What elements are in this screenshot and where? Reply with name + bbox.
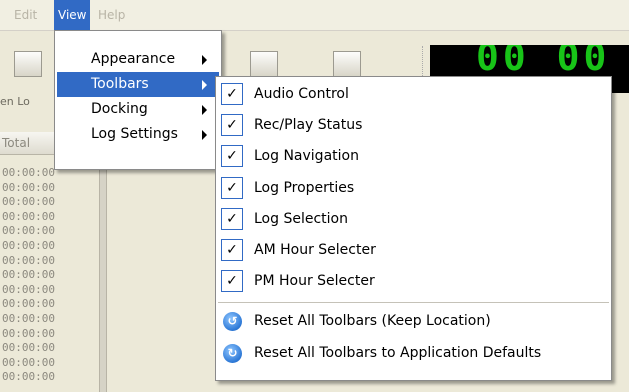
checkmark-icon: ✓ — [221, 238, 243, 261]
checkmark-icon: ✓ — [221, 207, 243, 230]
time-cell: 00:00:00 — [2, 282, 55, 296]
submenu-item-label: Audio Control — [254, 86, 349, 102]
time-cell: 00:00:00 — [2, 297, 55, 311]
menu-item-label: Toolbars — [91, 76, 149, 92]
reset-icon: ↺ — [223, 312, 242, 332]
menu-item-label: Log Settings — [91, 126, 178, 142]
time-cell: 00:00:00 — [2, 209, 55, 223]
submenu-item-label: Rec/Play Status — [254, 117, 363, 134]
submenu-item-log-navigation[interactable]: ✓ Log Navigation — [216, 141, 611, 172]
time-cell: 00:00:00 — [2, 195, 55, 209]
toolbars-submenu: ✓ Audio Control ✓ Rec/Play Status ✓ Log … — [215, 76, 612, 381]
time-cell: 00:00:00 — [2, 238, 55, 252]
submenu-item-label: Reset All Toolbars (Keep Location) — [254, 313, 491, 330]
view-menu-item-log-settings[interactable]: Log Settings — [57, 122, 219, 147]
menu-edit[interactable]: Edit — [10, 0, 41, 30]
submenu-item-reset-keep-location[interactable]: ↺ Reset All Toolbars (Keep Location) — [216, 306, 611, 337]
menu-item-label: Docking — [91, 101, 148, 117]
submenu-item-rec-play-status[interactable]: ✓ Rec/Play Status — [216, 110, 611, 141]
checkmark-icon: ✓ — [221, 83, 243, 105]
submenu-arrow-icon — [202, 130, 207, 140]
checkmark-icon: ✓ — [221, 145, 243, 168]
submenu-item-label: Reset All Toolbars to Application Defaul… — [254, 344, 542, 361]
toolbar-button-icon-2[interactable] — [333, 51, 361, 77]
time-list: 00:00:00 00:00:00 00:00:00 00:00:00 00:0… — [2, 166, 90, 385]
menubar: Edit View Help — [0, 0, 629, 31]
submenu-item-reset-defaults[interactable]: ↻ Reset All Toolbars to Application Defa… — [216, 338, 611, 369]
time-cell: 00:00:00 — [2, 341, 55, 355]
toolbar-button-icon[interactable] — [250, 51, 278, 77]
open-log-label: en Lo — [0, 95, 30, 108]
view-menu: Appearance Toolbars Docking Log Settings — [54, 30, 222, 170]
time-cell: 00:00:00 — [2, 355, 55, 369]
submenu-item-label: AM Hour Selecter — [254, 241, 376, 258]
menu-view[interactable]: View — [54, 0, 91, 30]
submenu-item-label: PM Hour Selecter — [254, 273, 375, 290]
time-cell: 00:00:00 — [2, 311, 55, 325]
time-cell: 00:00:00 — [2, 326, 55, 340]
checkmark-icon: ✓ — [221, 176, 243, 199]
submenu-arrow-icon — [202, 55, 207, 65]
pane-splitter[interactable] — [99, 160, 107, 392]
submenu-arrow-icon — [202, 105, 207, 115]
menu-separator — [218, 302, 609, 304]
submenu-item-log-selection[interactable]: ✓ Log Selection — [216, 204, 611, 235]
submenu-arrow-icon — [202, 80, 207, 90]
submenu-item-label: Log Navigation — [254, 148, 359, 165]
reset-defaults-icon: ↻ — [223, 343, 242, 363]
view-menu-item-appearance[interactable]: Appearance — [57, 47, 219, 72]
view-menu-item-toolbars[interactable]: Toolbars — [57, 72, 219, 97]
menu-help[interactable]: Help — [94, 0, 129, 30]
checkmark-icon: ✓ — [221, 270, 243, 293]
time-cell: 00:00:00 — [2, 180, 55, 194]
submenu-item-label: Log Properties — [254, 179, 355, 196]
time-cell: 00:00:00 — [2, 224, 55, 238]
time-cell: 00:00:00 — [2, 370, 55, 384]
time-display-digits: 00 00 — [476, 45, 611, 79]
submenu-item-am-hour-selecter[interactable]: ✓ AM Hour Selecter — [216, 235, 611, 266]
menu-item-label: Appearance — [91, 51, 176, 67]
time-cell: 00:00:00 — [2, 253, 55, 267]
submenu-item-log-properties[interactable]: ✓ Log Properties — [216, 173, 611, 204]
submenu-item-audio-control[interactable]: ✓ Audio Control — [216, 79, 611, 110]
open-log-icon[interactable] — [14, 51, 42, 77]
submenu-item-pm-hour-selecter[interactable]: ✓ PM Hour Selecter — [216, 266, 611, 297]
view-menu-item-docking[interactable]: Docking — [57, 97, 219, 122]
checkmark-icon: ✓ — [221, 114, 243, 137]
time-cell: 00:00:00 — [2, 268, 55, 282]
submenu-item-label: Log Selection — [254, 210, 348, 227]
